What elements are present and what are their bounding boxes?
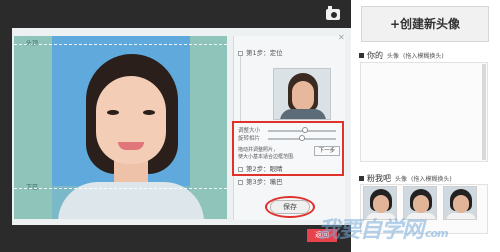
save-button[interactable]: 保存 bbox=[270, 200, 310, 214]
portrait-face bbox=[96, 76, 166, 164]
sample-portrait-thumbnail bbox=[273, 68, 331, 120]
your-avatars-scrollbar[interactable] bbox=[482, 64, 486, 160]
thumbnail-face bbox=[292, 81, 314, 111]
step-1[interactable]: 第1步：定位 bbox=[238, 47, 283, 57]
step-1-label: 第1步：定位 bbox=[246, 49, 283, 57]
step-1-icon bbox=[238, 50, 243, 56]
thumbnail-shoulders bbox=[280, 109, 326, 119]
adjust-hint-line-1: 拖动并调整照片， bbox=[238, 147, 279, 153]
yours-subtitle: 头像 bbox=[387, 53, 400, 60]
step-2[interactable]: 第2步：眼睛 bbox=[238, 163, 283, 173]
fans-subtitle: 头像 bbox=[395, 176, 408, 183]
top-guide-line[interactable] bbox=[14, 44, 227, 45]
step-2-label: 第2步：眼睛 bbox=[246, 165, 283, 173]
step-3-icon bbox=[238, 179, 243, 185]
yours-section-header: 你的 头像 (拖入模糊换头) bbox=[359, 50, 444, 61]
avatar-body bbox=[446, 213, 476, 219]
step-3-label: 第3步：嘴巴 bbox=[246, 178, 283, 186]
yours-hint: (拖入模糊换头) bbox=[403, 53, 444, 60]
portrait-eye-right bbox=[143, 110, 155, 115]
avatar-face bbox=[453, 195, 469, 213]
rotate-label: 旋转相片 bbox=[238, 136, 261, 142]
size-label: 调整大小 bbox=[238, 128, 261, 134]
size-slider-knob[interactable] bbox=[302, 127, 309, 133]
yours-title: 你的 bbox=[367, 51, 383, 60]
close-icon[interactable]: ✕ bbox=[338, 33, 345, 42]
avatar-face bbox=[413, 195, 429, 213]
watermark-domain: com bbox=[425, 227, 449, 240]
avatar-face bbox=[373, 195, 389, 213]
next-step-button[interactable]: 下一步 bbox=[314, 146, 340, 156]
portrait-photo[interactable]: 头顶 下巴 bbox=[14, 36, 227, 219]
editor-left-frame bbox=[0, 28, 12, 252]
rotate-slider-knob[interactable] bbox=[299, 135, 305, 141]
portrait-eye-left bbox=[107, 110, 119, 115]
fans-hint: (拖入模糊换头) bbox=[411, 176, 452, 183]
camera-icon[interactable] bbox=[326, 6, 340, 20]
watermark-text: 我要自学网 bbox=[318, 218, 424, 243]
editor-toolbar bbox=[0, 0, 351, 28]
fans-title: 粉我吧 bbox=[367, 174, 391, 183]
guide-label-top: 头顶 bbox=[26, 40, 39, 47]
site-watermark: 我要自学网 com bbox=[318, 212, 449, 244]
your-avatars-list[interactable] bbox=[360, 62, 488, 162]
bullet-icon bbox=[359, 53, 364, 58]
create-avatar-button[interactable]: +创建新头像 bbox=[361, 6, 489, 42]
adjust-hint-line-2: 使大小基本适合边框范围. bbox=[238, 154, 295, 160]
guide-label-chin: 下巴 bbox=[26, 184, 39, 191]
fans-section-header: 粉我吧 头像 (拖入模糊换头) bbox=[359, 173, 452, 184]
step-2-icon bbox=[238, 166, 243, 172]
step-3[interactable]: 第3步：嘴巴 bbox=[238, 176, 283, 186]
bullet-icon bbox=[359, 176, 364, 181]
fan-avatar[interactable] bbox=[443, 186, 477, 220]
portrait-mouth bbox=[118, 142, 144, 150]
chin-guide-line[interactable] bbox=[14, 188, 227, 189]
editor-bottom-bar bbox=[0, 225, 351, 252]
